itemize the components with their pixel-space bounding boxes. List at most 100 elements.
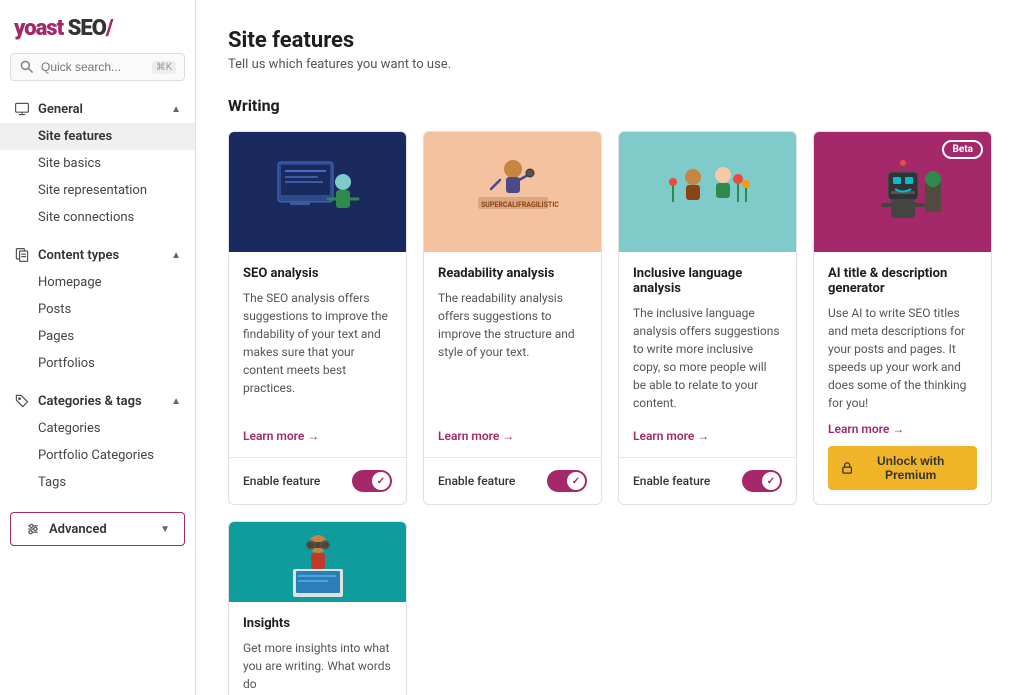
nav-content-types-header[interactable]: Content types ▲	[0, 239, 195, 269]
nav-categories-title: Categories & tags	[38, 394, 142, 409]
card-inclusive-enable-label: Enable feature	[633, 474, 710, 488]
beta-badge: Beta	[942, 140, 983, 159]
nav-item-homepage[interactable]: Homepage	[0, 269, 195, 296]
card-seo-footer: Enable feature ✓	[229, 457, 406, 504]
nav-advanced-left: Advanced	[25, 521, 107, 537]
card-seo-enable-label: Enable feature	[243, 474, 320, 488]
nav-general-items: Site features Site basics Site represent…	[0, 123, 195, 235]
main-inner: Site features Tell us which features you…	[196, 0, 1024, 695]
nav-item-site-basics[interactable]: Site basics	[0, 150, 195, 177]
card-inclusive-image	[619, 132, 796, 252]
toggle-knob-2: ✓	[567, 472, 585, 490]
toggle-knob-3: ✓	[762, 472, 780, 490]
sliders-icon	[25, 521, 41, 537]
card-insights-title: Insights	[243, 616, 392, 631]
ai-illustration	[853, 147, 953, 237]
sidebar: yoast SEO/ ⌘K General ▲ Site features Si…	[0, 0, 196, 695]
card-inclusive-body: Inclusive language analysis The inclusiv…	[619, 252, 796, 457]
logo-area: yoast SEO/	[0, 0, 195, 53]
nav-item-site-connections[interactable]: Site connections	[0, 204, 195, 231]
check-icon: ✓	[377, 476, 385, 487]
search-input[interactable]	[41, 60, 146, 74]
card-readability-image: SUPERCALIFRAGILISTIC	[424, 132, 601, 252]
nav-advanced-section[interactable]: Advanced ▼	[10, 512, 185, 546]
card-ai-learn-more[interactable]: Learn more →	[828, 422, 977, 436]
slash-icon: /	[106, 16, 113, 41]
nav-general-title: General	[38, 102, 83, 117]
card-insights-image	[229, 522, 406, 602]
nav-advanced-title: Advanced	[49, 522, 107, 537]
page-title: Site features	[228, 28, 992, 53]
search-shortcut: ⌘K	[152, 61, 176, 74]
nav-section-categories: Categories & tags ▲ Categories Portfolio…	[0, 385, 195, 500]
card-readability-enable-label: Enable feature	[438, 474, 515, 488]
nav-item-posts[interactable]: Posts	[0, 296, 195, 323]
card-inclusive: Inclusive language analysis The inclusiv…	[618, 131, 797, 505]
nav-categories-header[interactable]: Categories & tags ▲	[0, 385, 195, 415]
search-icon	[19, 59, 35, 75]
nav-item-site-representation[interactable]: Site representation	[0, 177, 195, 204]
card-seo-image	[229, 132, 406, 252]
check-icon-3: ✓	[767, 476, 775, 487]
inclusive-illustration	[658, 147, 758, 237]
card-seo-title: SEO analysis	[243, 266, 392, 281]
page-subtitle: Tell us which features you want to use.	[228, 57, 992, 72]
second-row-cards: Insights Get more insights into what you…	[228, 521, 992, 695]
nav-general-header-left: General	[14, 101, 83, 117]
card-readability-title: Readability analysis	[438, 266, 587, 281]
svg-text:SUPERCALIFRAGILISTIC: SUPERCALIFRAGILISTIC	[481, 201, 559, 209]
card-inclusive-desc: The inclusive language analysis offers s…	[633, 304, 782, 419]
chevron-up-icon: ▲	[171, 104, 181, 115]
card-readability: SUPERCALIFRAGILISTIC Readability analysi…	[423, 131, 602, 505]
readability-illustration: SUPERCALIFRAGILISTIC	[463, 147, 563, 237]
nav-content-types-header-left: Content types	[14, 247, 119, 263]
unlock-premium-button[interactable]: Unlock with Premium	[828, 446, 977, 490]
nav-item-site-features[interactable]: Site features	[0, 123, 195, 150]
card-readability-desc: The readability analysis offers suggesti…	[438, 289, 587, 419]
nav-item-portfolio-categories[interactable]: Portfolio Categories	[0, 442, 195, 469]
chevron-up-categories-icon: ▲	[171, 396, 181, 407]
card-readability-toggle[interactable]: ✓	[547, 470, 587, 492]
search-box[interactable]: ⌘K	[10, 53, 185, 81]
card-seo-analysis: SEO analysis The SEO analysis offers sug…	[228, 131, 407, 505]
monitor-icon	[14, 101, 30, 117]
card-seo-desc: The SEO analysis offers suggestions to i…	[243, 289, 392, 419]
nav-item-portfolios[interactable]: Portfolios	[0, 350, 195, 377]
check-icon-2: ✓	[572, 476, 580, 487]
nav-content-type-items: Homepage Posts Pages Portfolios	[0, 269, 195, 381]
card-seo-learn-more[interactable]: Learn more →	[243, 429, 392, 443]
card-seo-body: SEO analysis The SEO analysis offers sug…	[229, 252, 406, 457]
yoast-logo: yoast SEO/	[14, 16, 113, 41]
nav-content-types-title: Content types	[38, 248, 119, 263]
card-ai-title: AI title & description generator	[828, 266, 977, 296]
tag-icon	[14, 393, 30, 409]
card-inclusive-learn-more[interactable]: Learn more →	[633, 429, 782, 443]
card-inclusive-footer: Enable feature ✓	[619, 457, 796, 504]
writing-section-heading: Writing	[228, 96, 992, 115]
chevron-down-content-icon: ▲	[171, 250, 181, 261]
card-ai-desc: Use AI to write SEO titles and meta desc…	[828, 304, 977, 412]
card-insights: Insights Get more insights into what you…	[228, 521, 407, 695]
nav-categories-items: Categories Portfolio Categories Tags	[0, 415, 195, 500]
card-ai-body: AI title & description generator Use AI …	[814, 252, 991, 504]
main-content: Site features Tell us which features you…	[196, 0, 1024, 695]
seo-illustration	[268, 147, 368, 237]
nav-item-pages[interactable]: Pages	[0, 323, 195, 350]
nav-item-tags[interactable]: Tags	[0, 469, 195, 496]
unlock-label: Unlock with Premium	[858, 454, 963, 482]
card-readability-learn-more[interactable]: Learn more →	[438, 429, 587, 443]
seo-text: SEO	[63, 16, 106, 41]
nav-general-header[interactable]: General ▲	[0, 93, 195, 123]
lock-icon	[842, 461, 852, 475]
card-inclusive-title: Inclusive language analysis	[633, 266, 782, 296]
nav-item-categories[interactable]: Categories	[0, 415, 195, 442]
nav-section-content-types: Content types ▲ Homepage Posts Pages Por…	[0, 239, 195, 381]
card-inclusive-toggle[interactable]: ✓	[742, 470, 782, 492]
card-readability-footer: Enable feature ✓	[424, 457, 601, 504]
card-seo-toggle[interactable]: ✓	[352, 470, 392, 492]
card-insights-body: Insights Get more insights into what you…	[229, 602, 406, 695]
card-ai: Beta	[813, 131, 992, 505]
card-ai-image: Beta	[814, 132, 991, 252]
toggle-knob: ✓	[372, 472, 390, 490]
card-readability-body: Readability analysis The readability ana…	[424, 252, 601, 457]
